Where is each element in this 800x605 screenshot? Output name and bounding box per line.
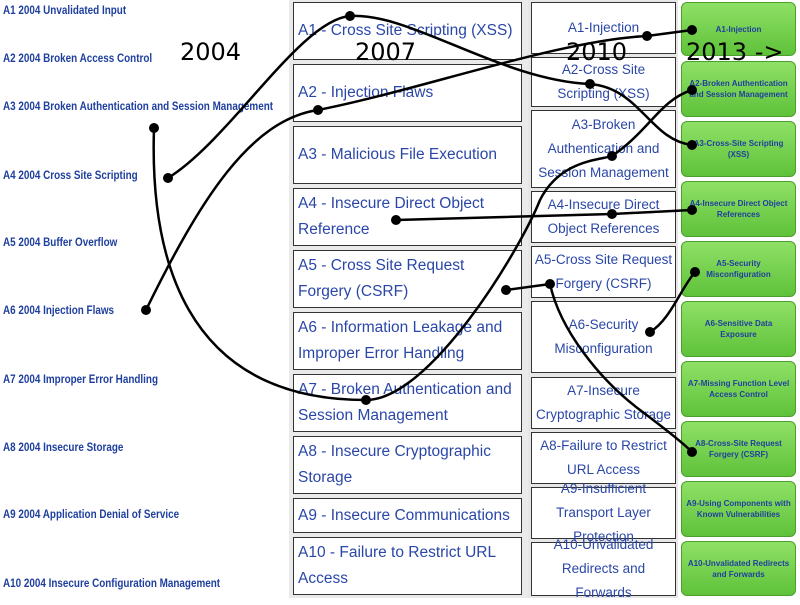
dot-2010-idor: [607, 209, 617, 219]
connector-lines: [141, 11, 700, 457]
dot-2010-misconfig: [645, 327, 655, 337]
dot-2007-csrf: [501, 285, 511, 295]
dot-2013-misconfig: [690, 267, 700, 277]
dot-2013-csrf: [687, 447, 697, 457]
dot-2010-injection: [642, 31, 652, 41]
dot-2007-auth: [361, 395, 371, 405]
connector-broken-auth: [152, 88, 693, 402]
dot-2010-csrf: [545, 279, 555, 289]
dot-2004-injection: [141, 305, 151, 315]
dot-2013-auth: [687, 85, 697, 95]
connector-injection: [144, 28, 693, 311]
dot-2007-injection: [313, 105, 323, 115]
connector-misconfig: [649, 271, 696, 334]
dot-2010-xss: [585, 79, 595, 89]
dot-2007-xss: [345, 11, 355, 21]
dot-2004-xss: [163, 173, 173, 183]
dot-2013-injection: [687, 25, 697, 35]
dot-2010-auth: [607, 151, 617, 161]
connector-csrf: [505, 282, 693, 453]
dot-2013-xss: [687, 140, 697, 150]
connector-idor: [395, 208, 693, 222]
dot-2004-auth: [149, 123, 159, 133]
dot-2013-idor: [687, 205, 697, 215]
dot-2007-idor: [391, 215, 401, 225]
